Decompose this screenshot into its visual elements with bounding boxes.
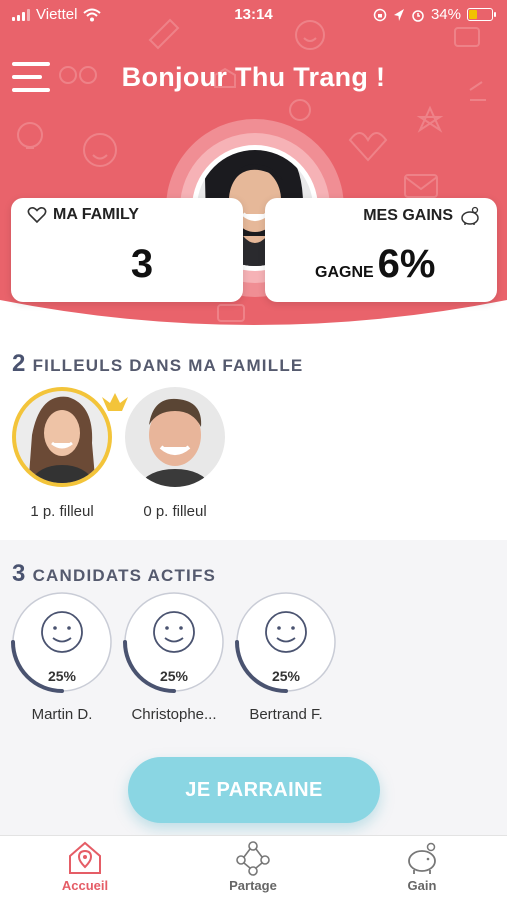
tab-gain[interactable]: Gain <box>362 840 482 893</box>
candidate-card[interactable]: 25% Christophe... <box>122 590 226 723</box>
candidate-name: Bertrand F. <box>249 706 323 723</box>
battery-percent: 34% <box>430 6 461 23</box>
candidats-section-title: 3 CANDIDATS ACTIFS <box>12 560 216 588</box>
greeting-title: Bonjour Thu Trang ! <box>121 62 386 92</box>
filleuls-title: FILLEULS DANS MA FAMILLE <box>32 356 304 375</box>
rotation-lock-icon <box>373 8 387 21</box>
piggy-bank-icon <box>408 842 436 874</box>
tab-gain-label: Gain <box>407 878 437 893</box>
filleul-avatar <box>12 387 128 487</box>
gains-card[interactable]: MES GAINS GAGNE 6% <box>265 198 497 302</box>
gains-card-header: MES GAINS <box>363 206 481 226</box>
family-card[interactable]: MA FAMILY 3 <box>11 198 243 302</box>
piggy-bank-icon <box>461 206 479 225</box>
battery-icon <box>467 8 496 21</box>
status-right: 34% <box>373 6 496 23</box>
candidate-name: Martin D. <box>31 706 93 723</box>
tab-accueil[interactable]: Accueil <box>25 840 145 893</box>
tab-partage[interactable]: Partage <box>193 840 313 893</box>
candidate-name: Christophe... <box>131 706 217 723</box>
progress-label: 25% <box>160 668 189 684</box>
candidate-card[interactable]: 25% Martin D. <box>10 590 114 723</box>
candidate-progress-ring: 25% <box>11 592 112 693</box>
gains-card-label: MES GAINS <box>363 207 453 224</box>
progress-label: 25% <box>272 668 301 684</box>
je-parraine-button[interactable]: JE PARRAINE <box>128 757 380 823</box>
filleul-avatar <box>125 387 225 487</box>
gains-prefix: GAGNE <box>315 264 374 281</box>
filleuls-count: 2 <box>12 350 27 377</box>
candidate-progress-ring: 25% <box>123 592 224 693</box>
status-bar: Viettel 13:14 34% <box>0 0 507 30</box>
gains-value-line: GAGNE 6% <box>315 242 435 287</box>
home-icon <box>69 841 101 874</box>
tab-bar: Accueil Partage Gain <box>0 835 507 900</box>
candidats-count: 3 <box>12 560 27 587</box>
filleul-caption: 0 p. filleul <box>143 503 207 520</box>
tab-partage-label: Partage <box>229 878 277 893</box>
filleuls-section-title: 2 FILLEULS DANS MA FAMILLE <box>12 350 303 378</box>
candidate-card[interactable]: 25% Bertrand F. <box>234 590 338 723</box>
tab-accueil-label: Accueil <box>61 878 109 893</box>
filleul-card[interactable]: 1 p. filleul <box>10 385 128 520</box>
header: Viettel 13:14 34% Bonjour Thu Trang ! MA… <box>0 0 507 340</box>
family-card-label: MA FAMILY <box>53 206 139 223</box>
filleul-caption: 1 p. filleul <box>30 503 94 520</box>
share-icon <box>236 841 270 876</box>
alarm-icon <box>412 9 424 22</box>
candidate-progress-ring: 25% <box>235 592 336 693</box>
location-icon <box>393 8 404 21</box>
progress-label: 25% <box>48 668 77 684</box>
family-card-header: MA FAMILY <box>27 206 139 224</box>
family-count: 3 <box>130 242 154 286</box>
gains-value: 6% <box>377 242 436 286</box>
heart-icon <box>27 207 47 224</box>
filleul-card[interactable]: 0 p. filleul <box>123 385 227 520</box>
candidats-title: CANDIDATS ACTIFS <box>32 566 217 585</box>
